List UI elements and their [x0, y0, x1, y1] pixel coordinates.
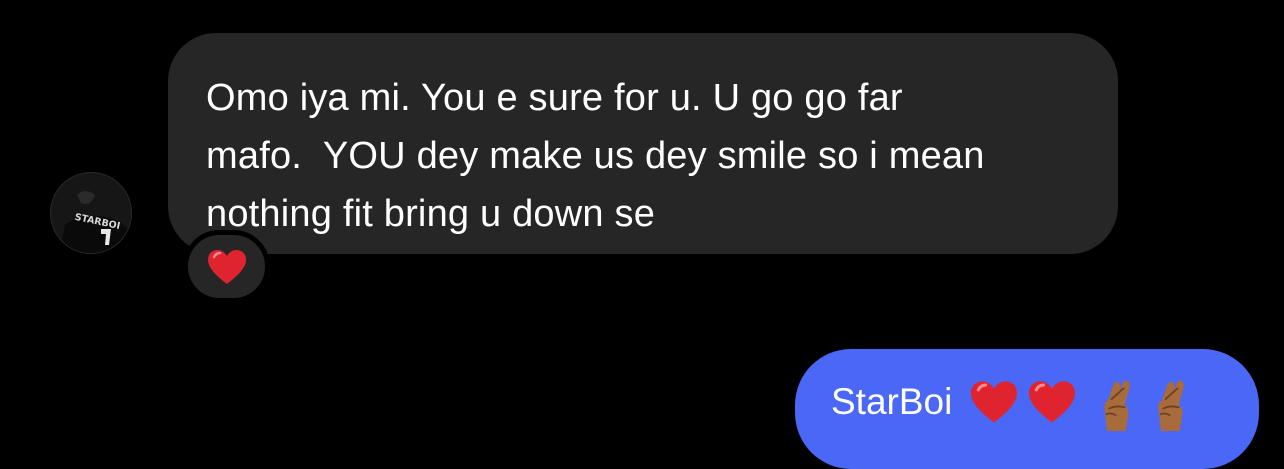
red-heart-icon — [207, 249, 246, 284]
received-message-bubble[interactable]: Omo iya mi. You e sure for u. U go go fa… — [168, 33, 1118, 254]
avatar-image: STARBOI — [51, 173, 131, 253]
crossed-fingers-icon — [1144, 379, 1192, 436]
crossed-fingers-icon — [1090, 379, 1138, 436]
message-reaction[interactable] — [183, 230, 270, 303]
sent-message-bubble[interactable]: StarBoi — [795, 349, 1259, 469]
red-heart-icon — [1026, 379, 1078, 430]
sent-message-text: StarBoi — [831, 381, 953, 422]
received-message-text: Omo iya mi. You e sure for u. U go go fa… — [206, 77, 985, 235]
red-heart-icon — [968, 379, 1020, 430]
sender-avatar[interactable]: STARBOI — [50, 172, 132, 254]
